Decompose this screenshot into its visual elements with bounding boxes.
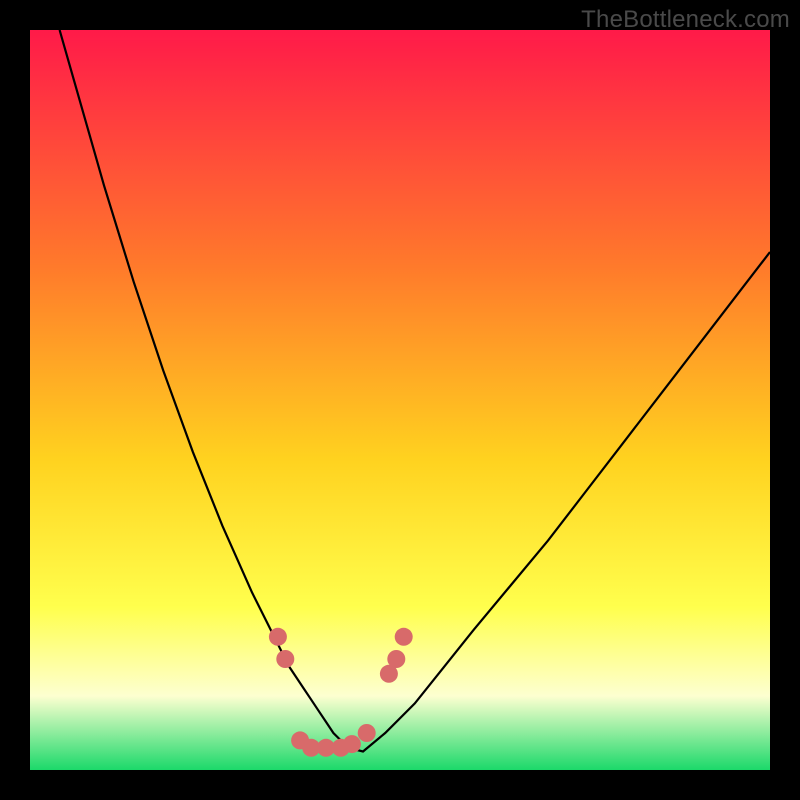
chart-svg: [30, 30, 770, 770]
data-marker: [358, 724, 376, 742]
data-marker: [343, 735, 361, 753]
data-marker: [276, 650, 294, 668]
chart-stage: TheBottleneck.com: [0, 0, 800, 800]
chart-plot: [30, 30, 770, 770]
data-marker: [395, 628, 413, 646]
data-marker: [269, 628, 287, 646]
data-marker: [387, 650, 405, 668]
